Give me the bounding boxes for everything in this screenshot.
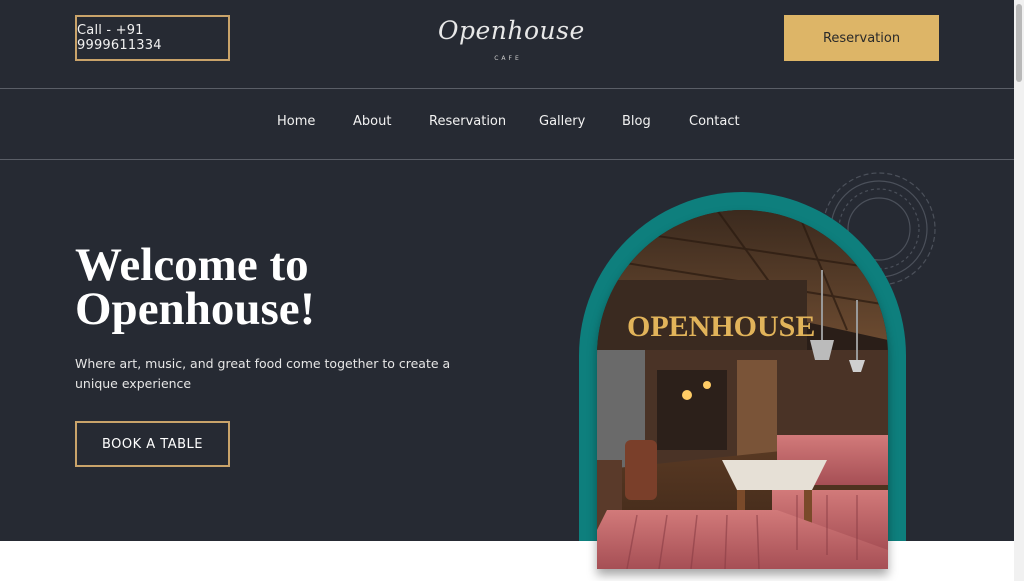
nav-item-home[interactable]: Home [277, 114, 315, 129]
book-table-button[interactable]: BOOK A TABLE [75, 421, 230, 467]
reservation-button[interactable]: Reservation [784, 15, 939, 61]
scrollbar-thumb[interactable] [1016, 4, 1022, 82]
nav-item-about[interactable]: About [353, 114, 391, 129]
site-logo[interactable]: Openhouse CAFE [438, 10, 585, 72]
nav-divider [0, 159, 1014, 160]
nav-item-blog[interactable]: Blog [622, 114, 651, 129]
logo-text: Openhouse [438, 16, 585, 45]
hero-title-line2: Openhouse! [75, 283, 316, 335]
page-scrollbar[interactable] [1014, 0, 1024, 581]
hero-title-line1: Welcome to [75, 239, 309, 291]
sign-text: OPENHOUSE [627, 310, 815, 343]
nav-item-reservation[interactable]: Reservation [429, 114, 506, 129]
book-table-label: BOOK A TABLE [101, 436, 204, 452]
restaurant-interior-illustration: OPENHOUSE [597, 210, 888, 569]
hero-title: Welcome to Openhouse! [75, 239, 495, 335]
reservation-button-label: Reservation [822, 30, 901, 46]
nav-item-gallery[interactable]: Gallery [539, 114, 585, 129]
restaurant-interior-image: OPENHOUSE [597, 210, 888, 569]
call-button-label: Call - +91 9999611334 [77, 23, 162, 53]
main-nav: Home About Reservation Gallery Blog Cont… [0, 114, 1014, 134]
nav-item-contact[interactable]: Contact [689, 114, 740, 129]
hero-subtitle: Where art, music, and great food come to… [75, 356, 451, 391]
page: Call - +91 9999611334 Openhouse CAFE Res… [0, 0, 1014, 581]
header-divider [0, 88, 1014, 89]
logo-subtext: CAFE [494, 55, 522, 62]
call-button[interactable]: Call - +91 9999611334 [75, 15, 230, 61]
